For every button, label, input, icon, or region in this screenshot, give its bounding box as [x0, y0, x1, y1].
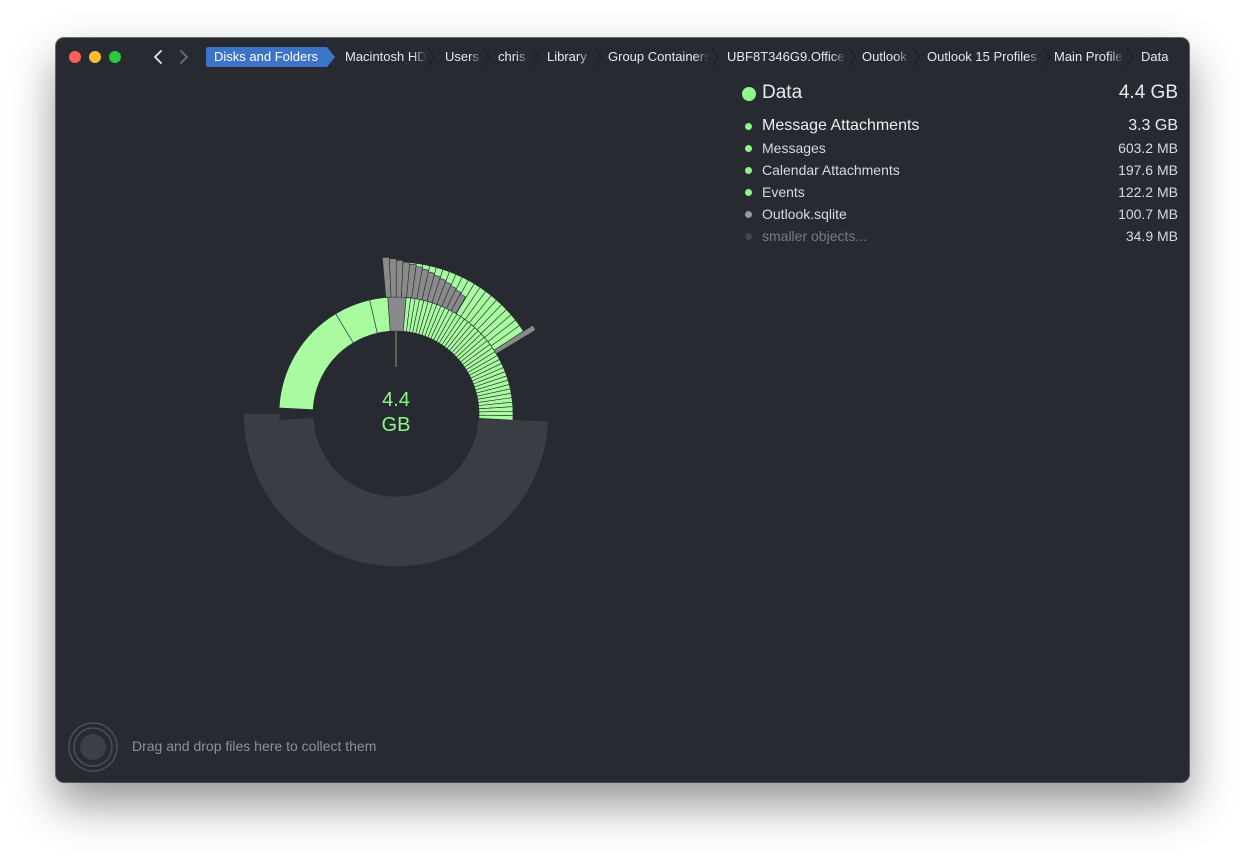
list-item[interactable]: Events 122.2 MB [742, 181, 1178, 203]
drop-hint-text: Drag and drop files here to collect them [132, 738, 377, 754]
item-color-dot [745, 233, 752, 240]
center-value-unit: GB [381, 414, 411, 436]
folder-name: Data [762, 82, 803, 103]
ring-segment-messages[interactable] [278, 313, 354, 410]
list-item[interactable]: Message Attachments 3.3 GB [742, 115, 1178, 137]
item-name: Events [762, 184, 805, 200]
item-size: 122.2 MB [1118, 184, 1178, 200]
details-panel: Data 4.4 GB Message Attachments 3.3 GB M… [742, 82, 1178, 244]
folder-color-dot [742, 87, 756, 101]
list-item[interactable]: smaller objects... 34.9 MB [742, 225, 1178, 247]
breadcrumb-separator-icon [1126, 48, 1134, 66]
breadcrumb-item-outlook-15-profiles[interactable]: Outlook 15 Profiles [927, 47, 1041, 67]
collector-drop-icon[interactable] [68, 722, 118, 772]
breadcrumb-separator-icon [848, 48, 856, 66]
item-size: 100.7 MB [1118, 206, 1178, 222]
item-color-dot [745, 211, 752, 218]
folder-total-size: 4.4 GB [1118, 82, 1178, 103]
item-name: Message Attachments [762, 117, 920, 134]
item-size: 3.3 GB [1128, 117, 1178, 134]
list-item[interactable]: Outlook.sqlite 100.7 MB [742, 203, 1178, 225]
item-name: Calendar Attachments [762, 162, 900, 178]
item-size: 603.2 MB [1118, 140, 1178, 156]
item-color-dot [745, 123, 752, 130]
center-value-number: 4.4 [382, 389, 410, 411]
folder-summary-header: Data 4.4 GB [742, 82, 1178, 106]
item-size: 197.6 MB [1118, 162, 1178, 178]
content-list: Message Attachments 3.3 GB Messages 603.… [742, 115, 1178, 247]
item-color-dot [745, 189, 752, 196]
breadcrumb-item-outlook[interactable]: Outlook [862, 47, 910, 67]
app-window: Disks and Folders Macintosh HD Users chr… [56, 38, 1189, 782]
breadcrumb-item-main-profile[interactable]: Main Profile [1054, 47, 1124, 67]
item-name: Outlook.sqlite [762, 206, 847, 222]
item-color-dot [745, 145, 752, 152]
chart-center-total[interactable]: 4.4 GB [356, 388, 436, 438]
breadcrumb-separator-icon [912, 48, 920, 66]
breadcrumb-separator-icon [1043, 48, 1051, 66]
item-size: 34.9 MB [1125, 228, 1178, 244]
item-color-dot [745, 167, 752, 174]
list-item[interactable]: Calendar Attachments 197.6 MB [742, 159, 1178, 181]
item-name: Messages [762, 140, 826, 156]
breadcrumb-item-data[interactable]: Data [1141, 47, 1181, 67]
item-name: smaller objects... [762, 228, 868, 244]
list-item[interactable]: Messages 603.2 MB [742, 137, 1178, 159]
